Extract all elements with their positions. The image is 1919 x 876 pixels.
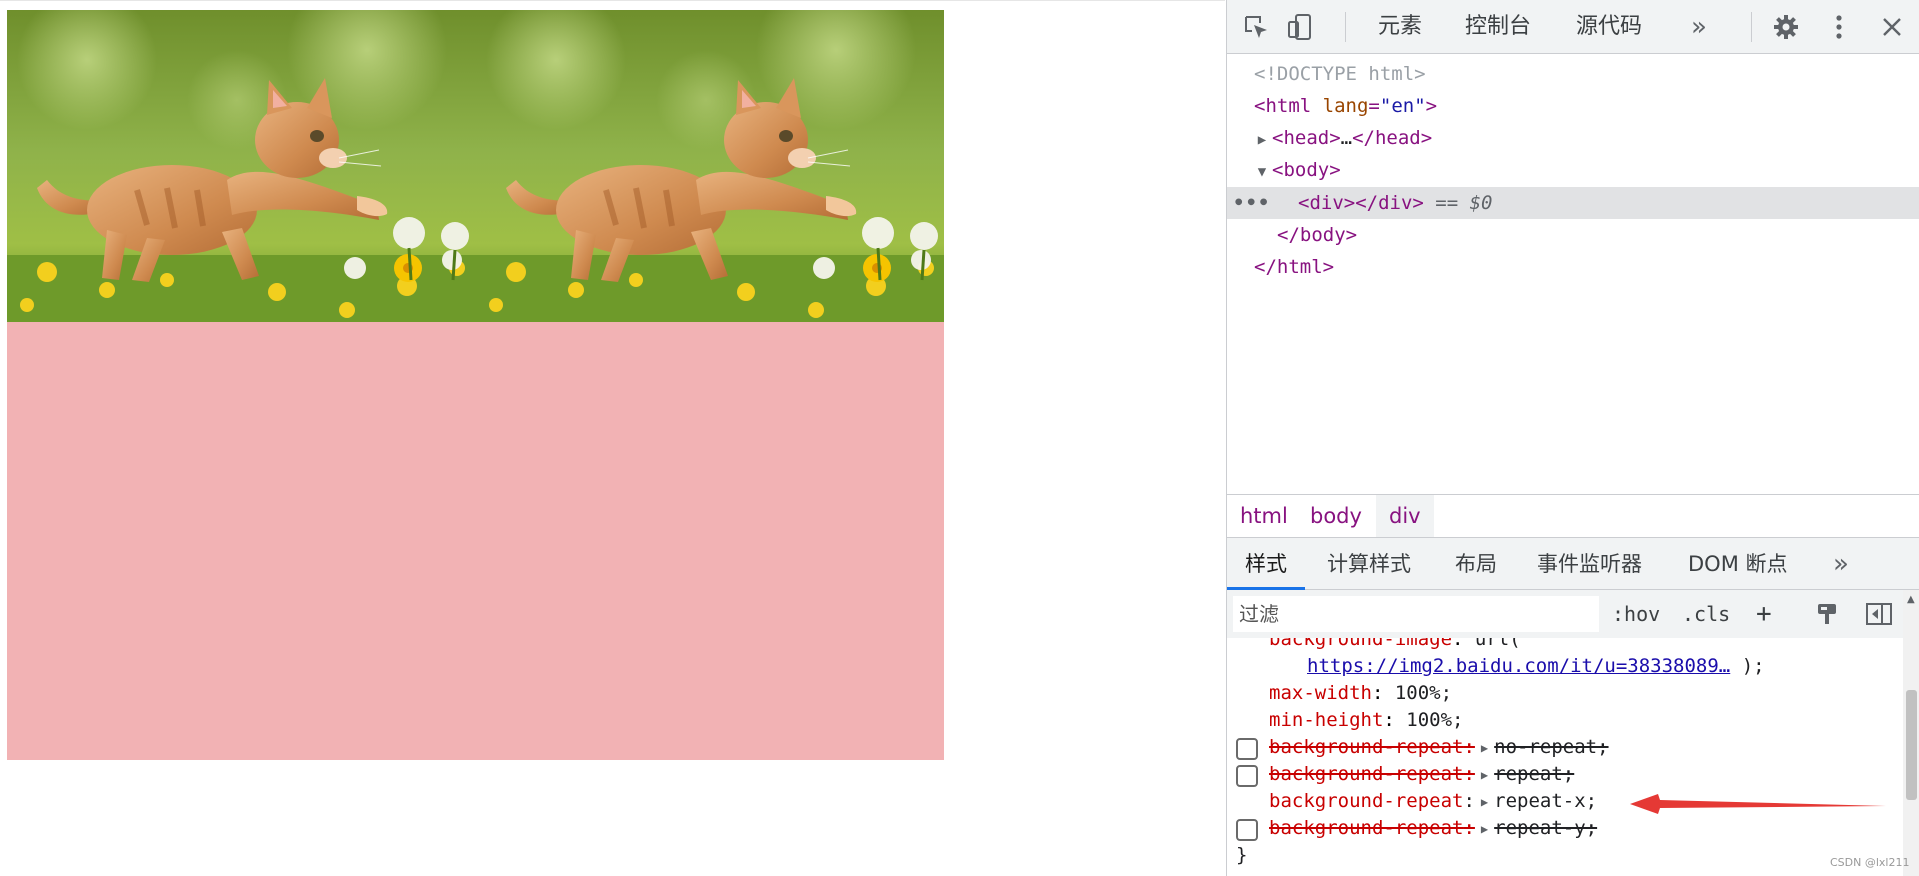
breadcrumb-body[interactable]: body (1297, 495, 1375, 537)
prop-name: background-repeat (1269, 763, 1464, 785)
scroll-thumb[interactable] (1906, 690, 1917, 800)
more-subtabs-icon[interactable]: » (1833, 538, 1849, 590)
new-style-rule-button[interactable]: + (1756, 598, 1772, 630)
dom-head[interactable]: ▶ <head>…</head> (1227, 122, 1919, 154)
expand-shorthand-icon[interactable]: ▶ (1481, 816, 1488, 843)
more-tabs-icon[interactable]: » (1691, 0, 1707, 54)
watermark: CSDN @lxl211 (1830, 856, 1910, 869)
prop-name: background-image (1269, 638, 1453, 650)
head-tag: <head> (1272, 127, 1341, 149)
collapse-triangle-icon[interactable]: ▼ (1252, 156, 1272, 188)
dom-html-close[interactable]: </html> (1227, 251, 1919, 283)
prop-name: max-width (1269, 682, 1372, 704)
css-bg-image-url[interactable]: https://img2.baidu.com/it/u=38338089… ); (1307, 653, 1765, 680)
rule-checkbox[interactable] (1236, 765, 1258, 787)
viewport-top-border (0, 0, 1225, 1)
kitten-background-tile (7, 10, 476, 322)
inspect-cursor-icon[interactable] (1241, 12, 1271, 42)
devtools-panel: 元素 控制台 源代码 » <!DOCTYPE html> <html lang=… (1226, 0, 1919, 876)
dom-body-open[interactable]: ▼ <body> (1227, 154, 1919, 186)
div-tag: <div></div> (1298, 192, 1424, 214)
body-close-tag: </body> (1277, 224, 1358, 246)
expand-shorthand-icon[interactable]: ▶ (1481, 789, 1488, 816)
styles-scrollbar[interactable]: ▲ (1903, 590, 1919, 876)
console-ref: == $0 (1435, 192, 1493, 214)
tab-console[interactable]: 控制台 (1465, 0, 1531, 54)
tab-dom-breakpoints[interactable]: DOM 断点 (1688, 538, 1788, 590)
toolbar-separator (1751, 12, 1752, 42)
demo-div (7, 10, 944, 760)
prop-value: 100%; (1394, 682, 1453, 704)
bg-image-link[interactable]: https://img2.baidu.com/it/u=38338089… (1307, 655, 1730, 677)
head-ellipsis[interactable]: … (1341, 127, 1352, 149)
prop-value: repeat-y; (1494, 817, 1598, 839)
tab-computed[interactable]: 计算样式 (1327, 538, 1411, 590)
breadcrumb-div[interactable]: div (1376, 495, 1434, 537)
dom-div-selected[interactable]: ••• <div></div> == $0 (1227, 187, 1919, 219)
css-max-width[interactable]: max-width: 100%; (1269, 680, 1452, 707)
expand-triangle-icon[interactable]: ▶ (1252, 124, 1272, 156)
prop-value: no-repeat; (1494, 736, 1609, 758)
expand-shorthand-icon[interactable]: ▶ (1481, 762, 1488, 789)
prop-name: background-repeat (1269, 790, 1464, 812)
head-close-tag: </head> (1352, 127, 1433, 149)
settings-icon[interactable] (1771, 12, 1801, 42)
prop-value: repeat-x; (1494, 790, 1598, 812)
close-icon[interactable] (1877, 12, 1907, 42)
breadcrumb: html body div (1227, 494, 1919, 538)
toolbar-separator (1345, 12, 1346, 42)
prop-name: background-repeat (1269, 736, 1464, 758)
tab-sources[interactable]: 源代码 (1576, 0, 1642, 54)
cls-button[interactable]: .cls (1682, 598, 1730, 630)
body-tag: <body> (1272, 159, 1341, 181)
color-format-icon[interactable] (1811, 598, 1843, 630)
prop-value-close: ); (1741, 655, 1765, 677)
dom-body-close[interactable]: </body> (1227, 219, 1919, 251)
html-lang-attr: lang (1322, 95, 1369, 117)
styles-subtabs: 样式 计算样式 布局 事件监听器 DOM 断点 » (1227, 538, 1919, 590)
prop-value: 100%; (1406, 709, 1464, 731)
filter-input[interactable] (1233, 596, 1599, 632)
css-bg-image[interactable]: background-image: url( (1269, 638, 1521, 653)
html-lang-value: "en" (1379, 95, 1426, 117)
breadcrumb-html[interactable]: html (1227, 495, 1301, 537)
styles-filter-bar: :hov .cls + (1227, 590, 1919, 638)
prop-value: repeat; (1494, 763, 1575, 785)
prop-value: url( (1474, 638, 1521, 650)
dom-tree: <!DOCTYPE html> <html lang="en"> ▶ <head>… (1227, 56, 1919, 492)
rule-closing-brace: } (1236, 844, 1248, 866)
css-bg-repeat-no-repeat[interactable]: background-repeat: ▶ no-repeat; (1269, 734, 1609, 761)
tab-event-listeners[interactable]: 事件监听器 (1537, 538, 1642, 590)
dom-doctype[interactable]: <!DOCTYPE html> (1227, 58, 1919, 90)
expand-shorthand-icon[interactable]: ▶ (1481, 735, 1488, 762)
prop-name: background-repeat (1269, 817, 1464, 839)
css-bg-repeat-x[interactable]: background-repeat: ▶ repeat-x; (1269, 788, 1597, 815)
row-more-icon[interactable]: ••• (1233, 187, 1270, 219)
more-vert-icon[interactable] (1824, 12, 1854, 42)
kitten-background-tile-repeat (476, 10, 944, 322)
tab-layout[interactable]: 布局 (1455, 538, 1497, 590)
dom-html-open[interactable]: <html lang="en"> (1227, 90, 1919, 122)
css-bg-repeat-y[interactable]: background-repeat: ▶ repeat-y; (1269, 815, 1597, 842)
hov-button[interactable]: :hov (1612, 598, 1660, 630)
doctype-text: <!DOCTYPE html> (1254, 63, 1426, 85)
styles-pane: background-image: url( https://img2.baid… (1227, 638, 1903, 876)
scroll-up-arrow-icon[interactable]: ▲ (1907, 594, 1915, 605)
devtools-toolbar: 元素 控制台 源代码 » (1227, 0, 1919, 54)
html-tag: <html (1254, 95, 1312, 117)
css-bg-repeat-repeat[interactable]: background-repeat: ▶ repeat; (1269, 761, 1574, 788)
prop-name: min-height (1269, 709, 1384, 731)
tab-elements[interactable]: 元素 (1378, 0, 1422, 54)
rule-checkbox[interactable] (1236, 819, 1258, 841)
html-close-tag: </html> (1254, 256, 1335, 278)
tab-styles[interactable]: 样式 (1227, 538, 1305, 590)
device-toggle-icon[interactable] (1285, 12, 1315, 42)
toggle-sidebar-icon[interactable] (1863, 598, 1895, 630)
css-min-height[interactable]: min-height: 100%; (1269, 707, 1463, 734)
rule-checkbox[interactable] (1236, 738, 1258, 760)
